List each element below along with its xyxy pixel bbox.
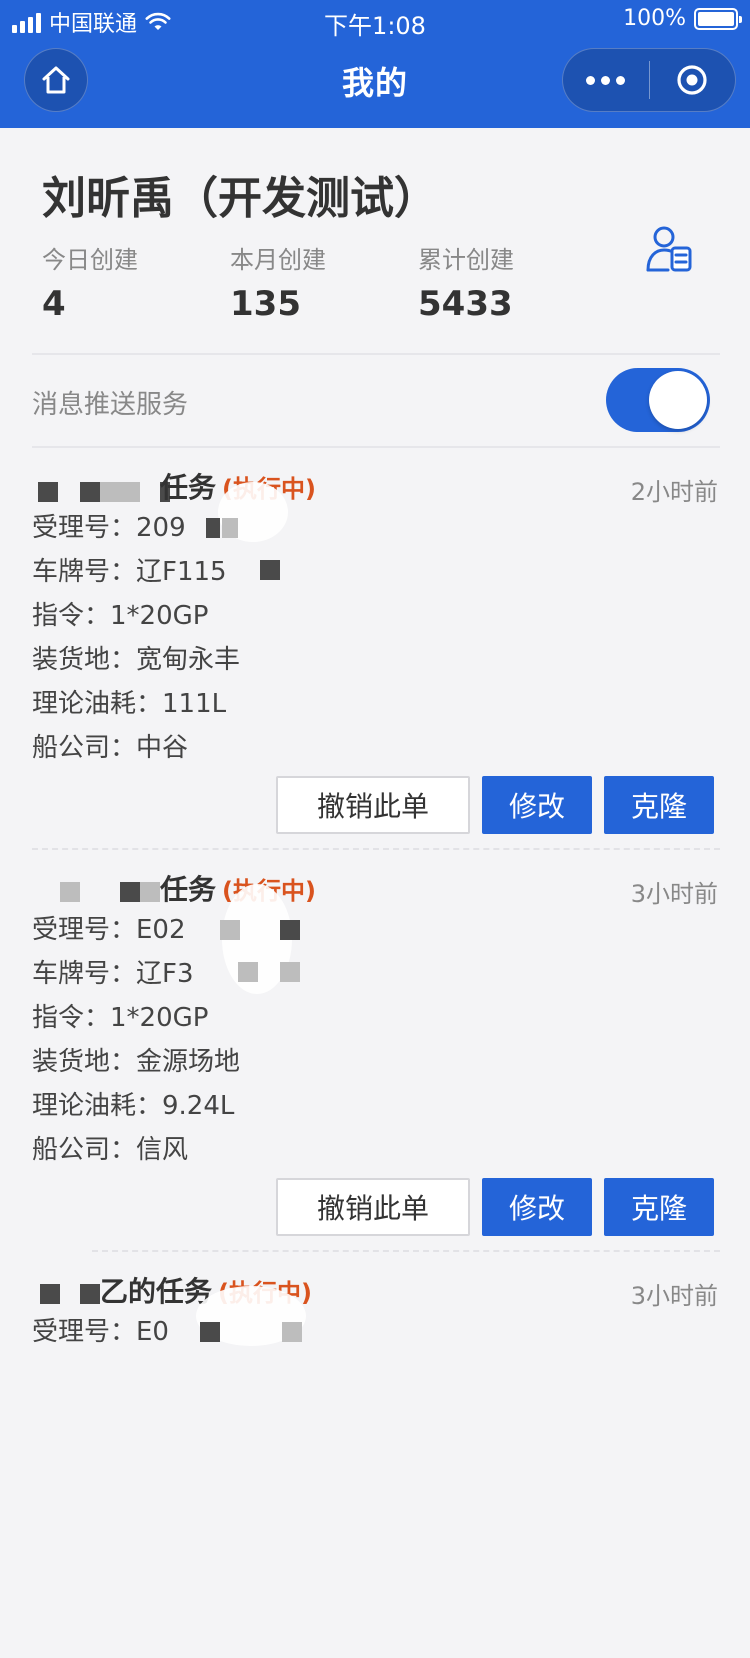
privacy-mosaic [80,1284,100,1304]
task-title-text: 乙的任务 [100,1275,213,1308]
privacy-mosaic [140,882,160,902]
stat-value: 135 [230,284,301,324]
task-row-accept-no: 受理号：E0 [32,1317,169,1347]
stats-row: 今日创建 4 本月创建 135 累计创建 5433 [42,240,622,340]
task-time: 2小时前 [630,478,718,506]
stat-total: 累计创建 5433 [418,240,598,324]
privacy-mosaic [60,882,80,902]
task-time: 3小时前 [630,880,718,908]
task-row-plate: 车牌号：辽F3 [32,959,194,989]
task-row-loading-place: 装货地：宽甸永丰 [32,645,241,675]
task-title-text: 任务 [160,471,217,504]
task-row-instruction: 指令：1*20GP [32,1003,209,1033]
task-actions: 撤销此单 修改 克隆 [276,776,714,834]
profile-section: 刘昕禹（开发测试） 今日创建 4 本月创建 135 累计创建 5433 [0,128,750,354]
stat-value: 5433 [418,284,513,324]
nav-bar: 我的 [0,40,750,128]
privacy-mosaic [220,920,240,940]
task-row-loading-place: 装货地：金源场地 [32,1047,241,1077]
clone-button[interactable]: 克隆 [604,1178,714,1236]
task-card[interactable]: 任务 (执行中) 2小时前 受理号：209 车牌号：辽F115 指令：1*20G… [0,452,750,854]
task-row-plate: 车牌号：辽F115 [32,557,227,587]
privacy-mosaic [38,482,58,502]
stat-month: 本月创建 135 [230,240,410,324]
task-separator [32,848,720,850]
user-card-icon[interactable] [644,224,696,276]
task-actions: 撤销此单 修改 克隆 [276,1178,714,1236]
edit-button[interactable]: 修改 [482,776,592,834]
push-service-row: 消息推送服务 [0,356,750,446]
push-service-toggle[interactable] [606,368,710,432]
battery-icon [694,7,742,30]
task-title-text: 任务 [160,873,217,906]
privacy-mosaic [280,962,300,982]
more-dots-icon [586,75,596,85]
toggle-knob [649,371,707,429]
close-button[interactable] [650,49,736,111]
privacy-mosaic [80,482,100,502]
privacy-mosaic [40,1284,60,1304]
mini-program-capsule [562,48,736,112]
privacy-mosaic [100,482,140,502]
task-card[interactable]: 任务 (执行中) 3小时前 受理号：E02 车牌号：辽F3 指令：1*20GP … [0,854,750,1256]
divider [32,446,720,448]
task-row-accept-no: 受理号：E02 [32,915,186,945]
task-details: 受理号：E0 [32,1310,169,1354]
revoke-button[interactable]: 撤销此单 [276,776,470,834]
push-service-label: 消息推送服务 [32,390,189,420]
header: 中国联通 下午1:08 100% 我的 [0,0,750,128]
stat-value: 4 [42,284,66,324]
privacy-mosaic [260,560,280,580]
privacy-mosaic [280,920,300,940]
edit-button[interactable]: 修改 [482,1178,592,1236]
task-time: 3小时前 [630,1282,718,1310]
status-right: 100% [623,6,742,31]
more-button[interactable] [563,49,649,111]
task-card[interactable]: 乙的任务 (执行中) 3小时前 受理号：E0 [0,1256,750,1658]
privacy-mosaic [200,1322,220,1342]
stat-label: 本月创建 [230,246,326,274]
stat-label: 今日创建 [42,246,138,274]
privacy-mosaic [282,1322,302,1342]
privacy-mosaic [206,518,220,538]
task-details: 受理号：E02 车牌号：辽F3 指令：1*20GP 装货地：金源场地 理论油耗：… [32,908,240,1172]
task-row-shipping-company: 船公司：信风 [32,1135,189,1165]
divider [32,353,720,355]
privacy-mosaic [120,882,140,902]
task-separator [92,1250,720,1252]
task-row-fuel: 理论油耗：111L [32,689,227,719]
task-row-fuel: 理论油耗：9.24L [32,1091,235,1121]
privacy-mosaic [222,518,238,538]
status-bar: 中国联通 下午1:08 100% [0,0,750,40]
privacy-mosaic [238,962,258,982]
revoke-button[interactable]: 撤销此单 [276,1178,470,1236]
user-name: 刘昕禹（开发测试） [42,173,438,224]
stat-label: 累计创建 [418,246,514,274]
task-row-instruction: 指令：1*20GP [32,601,209,631]
clone-button[interactable]: 克隆 [604,776,714,834]
stat-today: 今日创建 4 [42,240,222,324]
task-details: 受理号：209 车牌号：辽F115 指令：1*20GP 装货地：宽甸永丰 理论油… [32,506,240,770]
target-close-icon [677,65,707,95]
battery-percent: 100% [623,6,686,31]
task-row-shipping-company: 船公司：中谷 [32,733,189,763]
